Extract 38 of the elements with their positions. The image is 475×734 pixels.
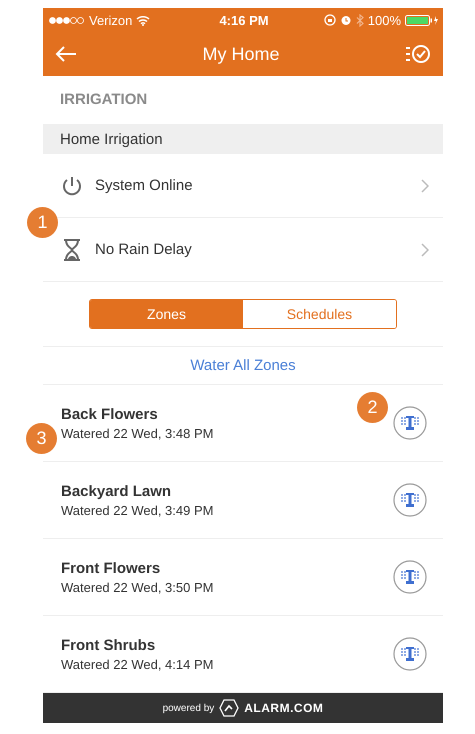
group-title: Home Irrigation	[43, 124, 443, 154]
zone-name: Backyard Lawn	[61, 482, 172, 500]
signal-icon	[49, 16, 85, 24]
zone-watered-time: Watered 22 Wed, 3:48 PM	[61, 426, 214, 440]
status-time: 4:16 PM	[219, 12, 269, 28]
callout-marker: 2	[357, 392, 388, 423]
power-icon	[61, 174, 83, 196]
page-title: My Home	[201, 44, 280, 64]
zone-name: Back Flowers	[61, 406, 158, 422]
carrier-name: Verizon	[89, 12, 132, 28]
zone-name: Front Shrubs	[61, 636, 156, 654]
callout-marker: 3	[26, 423, 57, 454]
back-arrow-icon[interactable]	[55, 45, 77, 63]
bluetooth-icon	[356, 14, 364, 26]
brand-name: ALARM.COM	[244, 701, 324, 715]
wifi-icon	[136, 14, 150, 26]
battery-icon	[405, 14, 440, 26]
callout-marker: 1	[27, 207, 58, 238]
hourglass-icon	[61, 238, 83, 262]
zone-watered-time: Watered 22 Wed, 4:14 PM	[61, 656, 214, 672]
section-title: IRRIGATION	[59, 90, 148, 110]
sprinkler-icon[interactable]	[393, 637, 427, 671]
status-label[interactable]: System Online	[95, 177, 409, 194]
zone-name: Front Flowers	[61, 560, 160, 576]
rotation-lock-icon	[324, 14, 336, 26]
alarm-clock-icon	[340, 14, 352, 26]
status-label[interactable]: No Rain Delay	[95, 241, 409, 258]
logo-icon	[219, 699, 240, 717]
sprinkler-icon[interactable]	[393, 560, 427, 594]
sprinkler-icon[interactable]	[393, 483, 427, 517]
zone-watered-time: Watered 22 Wed, 3:49 PM	[61, 502, 214, 518]
powered-by-text: powered by	[162, 702, 214, 714]
water-all-link[interactable]: Water All Zones	[190, 357, 296, 374]
list-check-icon[interactable]	[405, 44, 431, 64]
segment-tab[interactable]: Zones	[90, 300, 243, 328]
battery-percent: 100%	[368, 12, 402, 28]
zone-watered-time: Watered 22 Wed, 3:50 PM	[61, 580, 214, 594]
sprinkler-icon[interactable]	[393, 406, 427, 440]
